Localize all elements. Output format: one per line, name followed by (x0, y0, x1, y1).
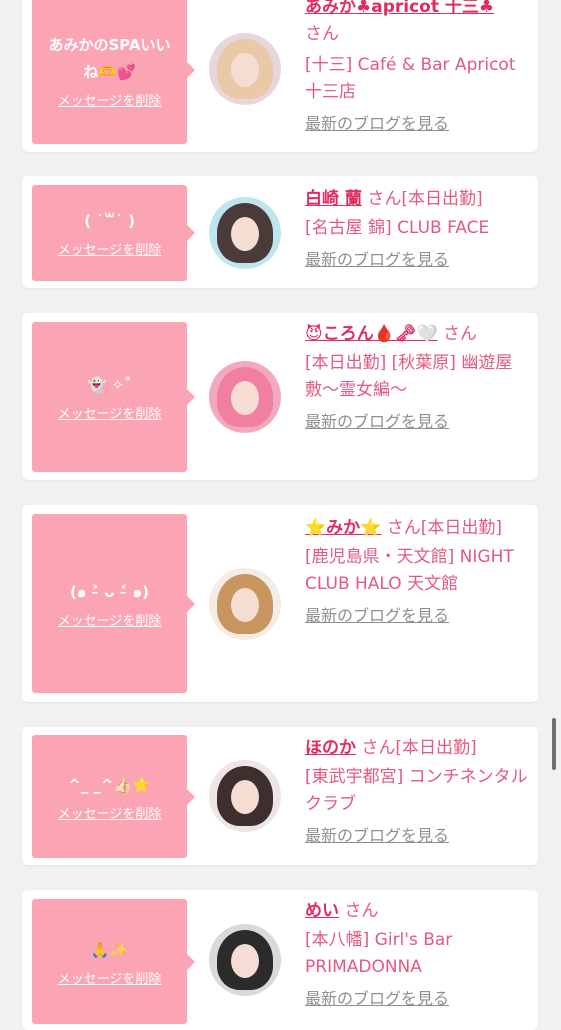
message-text: ( ˙꒳˙ ) (84, 212, 135, 230)
shop-name: [本日出勤] [秋葉原] 幽遊屋敷〜霊女編〜 (305, 353, 513, 400)
scrollbar[interactable] (552, 718, 556, 770)
message-text: 👻 ✧˚ (87, 376, 132, 394)
message-card: 👻 ✧˚ メッセージを削除 😈ころん🩸🗝🤍 さん [本日出勤] [秋葉原] 幽遊… (22, 313, 538, 480)
honorific-label: さん (305, 24, 339, 44)
cast-name-link[interactable]: 白崎 蘭 (305, 189, 362, 209)
delete-message-link[interactable]: メッセージを削除 (58, 803, 162, 822)
message-text: (๑ ˃̵ ᴗ ˂̵ ๑) (70, 582, 149, 601)
cast-name-link[interactable]: めい (305, 901, 339, 921)
latest-blog-link[interactable]: 最新のブログを見る (305, 246, 530, 273)
cast-name-link[interactable]: あみか♣apricot 十三♣ (305, 0, 494, 17)
cast-info: ほのか さん[本日出勤] [東武宇都宮] コンチネンタルクラブ 最新のブログを見… (305, 735, 530, 849)
latest-blog-link[interactable]: 最新のブログを見る (305, 408, 530, 435)
avatar[interactable] (209, 361, 281, 433)
avatar[interactable] (209, 568, 281, 640)
latest-blog-link[interactable]: 最新のブログを見る (305, 985, 530, 1012)
shop-name: [鹿児島県・天文館] NIGHT CLUB HALO 天文館 (305, 547, 514, 594)
delete-message-link[interactable]: メッセージを削除 (58, 239, 162, 258)
honorific-label: さん[本日出勤] (367, 189, 483, 209)
message-card: あみかのSPAいいね🫶💕 メッセージを削除 あみか♣apricot 十三♣ さん… (22, 0, 538, 152)
message-bubble: ^_ _^👍🏻⭐️ メッセージを削除 (32, 735, 195, 858)
delete-message-link[interactable]: メッセージを削除 (58, 403, 162, 422)
honorific-label: さん (443, 324, 478, 344)
shop-name: [十三] Café & Bar Apricot 十三店 (305, 55, 516, 102)
cast-name-link[interactable]: 😈ころん🩸🗝🤍 (305, 324, 438, 344)
cast-name-link[interactable]: ⭐️みか⭐️ (305, 518, 381, 538)
message-bubble: (๑ ˃̵ ᴗ ˂̵ ๑) メッセージを削除 (32, 514, 195, 693)
message-card: ^_ _^👍🏻⭐️ メッセージを削除 ほのか さん[本日出勤] [東武宇都宮] … (22, 727, 538, 865)
honorific-label: さん (344, 901, 379, 921)
message-bubble: 🙏✨ メッセージを削除 (32, 899, 195, 1024)
message-card: 🙏✨ メッセージを削除 めい さん [本八幡] Girl's Bar PRIMA… (22, 890, 538, 1030)
avatar[interactable] (209, 760, 281, 832)
avatar[interactable] (209, 33, 281, 105)
message-text: 🙏✨ (90, 940, 129, 959)
latest-blog-link[interactable]: 最新のブログを見る (305, 822, 530, 849)
message-bubble: ( ˙꒳˙ ) メッセージを削除 (32, 185, 195, 281)
message-bubble: 👻 ✧˚ メッセージを削除 (32, 322, 195, 472)
latest-blog-link[interactable]: 最新のブログを見る (305, 602, 530, 629)
message-card: ( ˙꒳˙ ) メッセージを削除 白崎 蘭 さん[本日出勤] [名古屋 錦] C… (22, 176, 538, 288)
message-text: ^_ _^👍🏻⭐️ (68, 775, 151, 794)
delete-message-link[interactable]: メッセージを削除 (58, 610, 162, 629)
delete-message-link[interactable]: メッセージを削除 (58, 90, 162, 109)
cast-info: 白崎 蘭 さん[本日出勤] [名古屋 錦] CLUB FACE 最新のブログを見… (305, 186, 530, 273)
message-card: (๑ ˃̵ ᴗ ˂̵ ๑) メッセージを削除 ⭐️みか⭐️ さん[本日出勤] [… (22, 505, 538, 702)
cast-info: 😈ころん🩸🗝🤍 さん [本日出勤] [秋葉原] 幽遊屋敷〜霊女編〜 最新のブログ… (305, 321, 530, 435)
shop-name: [本八幡] Girl's Bar PRIMADONNA (305, 930, 453, 977)
cast-info: ⭐️みか⭐️ さん[本日出勤] [鹿児島県・天文館] NIGHT CLUB HA… (305, 515, 530, 629)
honorific-label: さん[本日出勤] (386, 518, 503, 538)
latest-blog-link[interactable]: 最新のブログを見る (305, 110, 530, 137)
shop-name: [名古屋 錦] CLUB FACE (305, 218, 490, 238)
cast-info: あみか♣apricot 十三♣ さん [十三] Café & Bar Apric… (305, 0, 530, 137)
message-bubble: あみかのSPAいいね🫶💕 メッセージを削除 (32, 0, 195, 144)
shop-name: [東武宇都宮] コンチネンタルクラブ (305, 767, 528, 814)
message-text: あみかのSPAいいね🫶💕 (48, 35, 171, 81)
delete-message-link[interactable]: メッセージを削除 (58, 968, 162, 987)
cast-info: めい さん [本八幡] Girl's Bar PRIMADONNA 最新のブログ… (305, 898, 530, 1012)
cast-name-link[interactable]: ほのか (305, 738, 356, 758)
avatar[interactable] (209, 197, 281, 269)
avatar[interactable] (209, 924, 281, 996)
honorific-label: さん[本日出勤] (361, 738, 477, 758)
